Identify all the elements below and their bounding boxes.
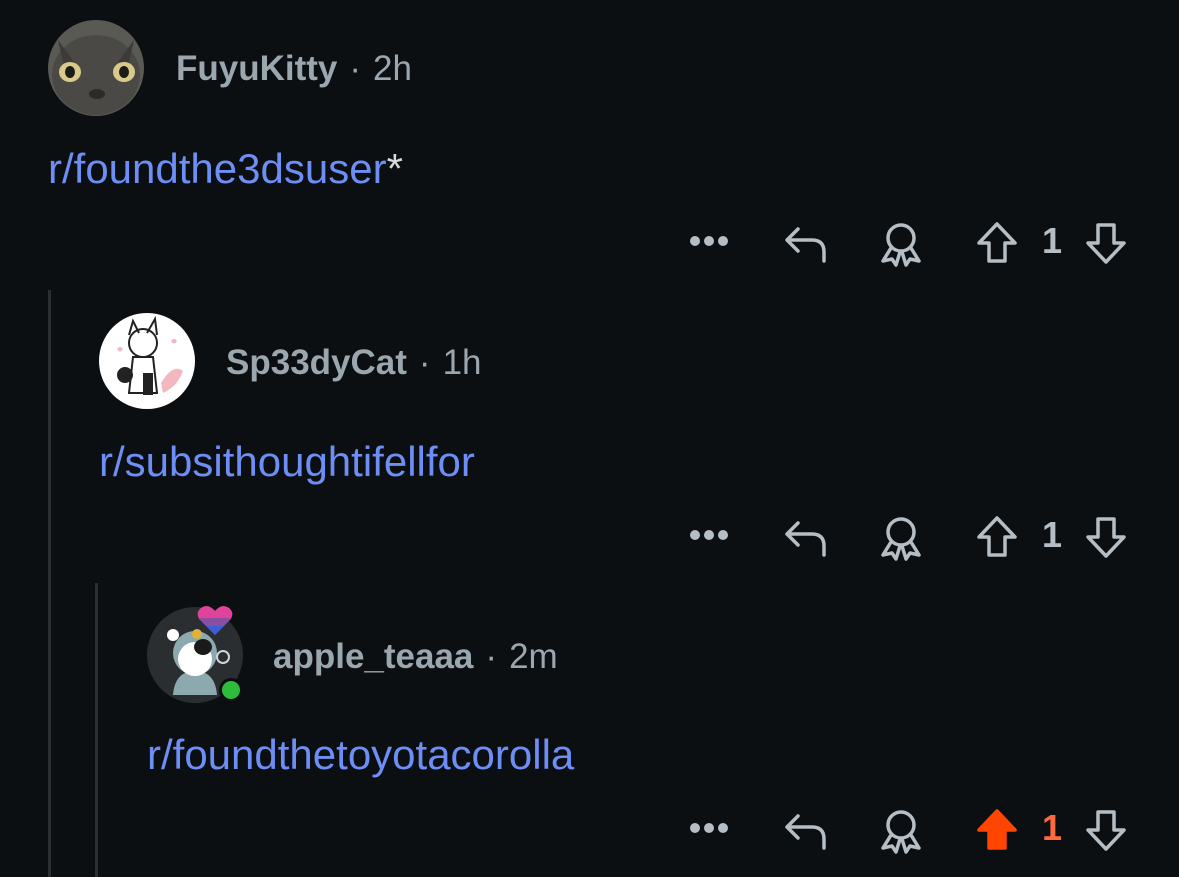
comment-meta: apple_teaaa · 2m <box>273 637 558 677</box>
subreddit-link[interactable]: r/subsithoughtifellfor <box>99 438 475 485</box>
downvote-icon[interactable] <box>1084 808 1128 852</box>
comment-meta: Sp33dyCat · 1h <box>226 343 482 383</box>
subreddit-link[interactable]: r/foundthetoyotacorolla <box>147 731 574 778</box>
vote-score: 1 <box>1042 220 1063 261</box>
reply-icon[interactable] <box>782 515 830 559</box>
meta-separator: · <box>485 637 498 676</box>
upvote-icon[interactable] <box>975 808 1019 852</box>
downvote-icon[interactable] <box>1084 221 1128 265</box>
username[interactable]: apple_teaaa <box>273 637 473 676</box>
comment-age: 2h <box>373 49 412 88</box>
comment-actions: 1 <box>0 514 1179 561</box>
meta-separator: · <box>349 49 362 88</box>
username[interactable]: FuyuKitty <box>176 49 337 88</box>
bi-flag-heart-icon <box>197 606 233 635</box>
comment-meta: FuyuKitty · 2h <box>176 49 412 89</box>
more-icon[interactable] <box>688 221 732 261</box>
reply-icon[interactable] <box>782 808 830 852</box>
award-icon[interactable] <box>878 221 924 267</box>
award-icon[interactable] <box>878 515 924 561</box>
avatar[interactable] <box>99 313 195 409</box>
thread-line-level-1[interactable] <box>48 290 51 877</box>
subreddit-link[interactable]: r/foundthe3dsuser <box>48 145 387 192</box>
username[interactable]: Sp33dyCat <box>226 343 407 382</box>
comment-actions: 1 <box>0 220 1179 267</box>
more-icon[interactable] <box>688 808 732 848</box>
upvote-icon[interactable] <box>975 515 1019 559</box>
vote-score: 1 <box>1042 807 1063 848</box>
more-icon[interactable] <box>688 515 732 555</box>
comment-age: 1h <box>442 343 482 382</box>
comment-suffix: * <box>386 145 403 192</box>
comment-body: r/foundthetoyotacorolla <box>147 731 574 779</box>
comment-age: 2m <box>509 637 558 676</box>
online-status-indicator <box>219 678 243 702</box>
upvote-icon[interactable] <box>975 221 1019 265</box>
downvote-icon[interactable] <box>1084 515 1128 559</box>
vote-score: 1 <box>1042 514 1063 555</box>
comment-actions: 1 <box>0 807 1179 854</box>
comment-body: r/foundthe3dsuser* <box>48 145 403 193</box>
comment-body: r/subsithoughtifellfor <box>99 438 475 486</box>
award-icon[interactable] <box>878 808 924 854</box>
avatar[interactable] <box>48 20 144 116</box>
meta-separator: · <box>418 343 431 382</box>
reply-icon[interactable] <box>782 221 830 265</box>
